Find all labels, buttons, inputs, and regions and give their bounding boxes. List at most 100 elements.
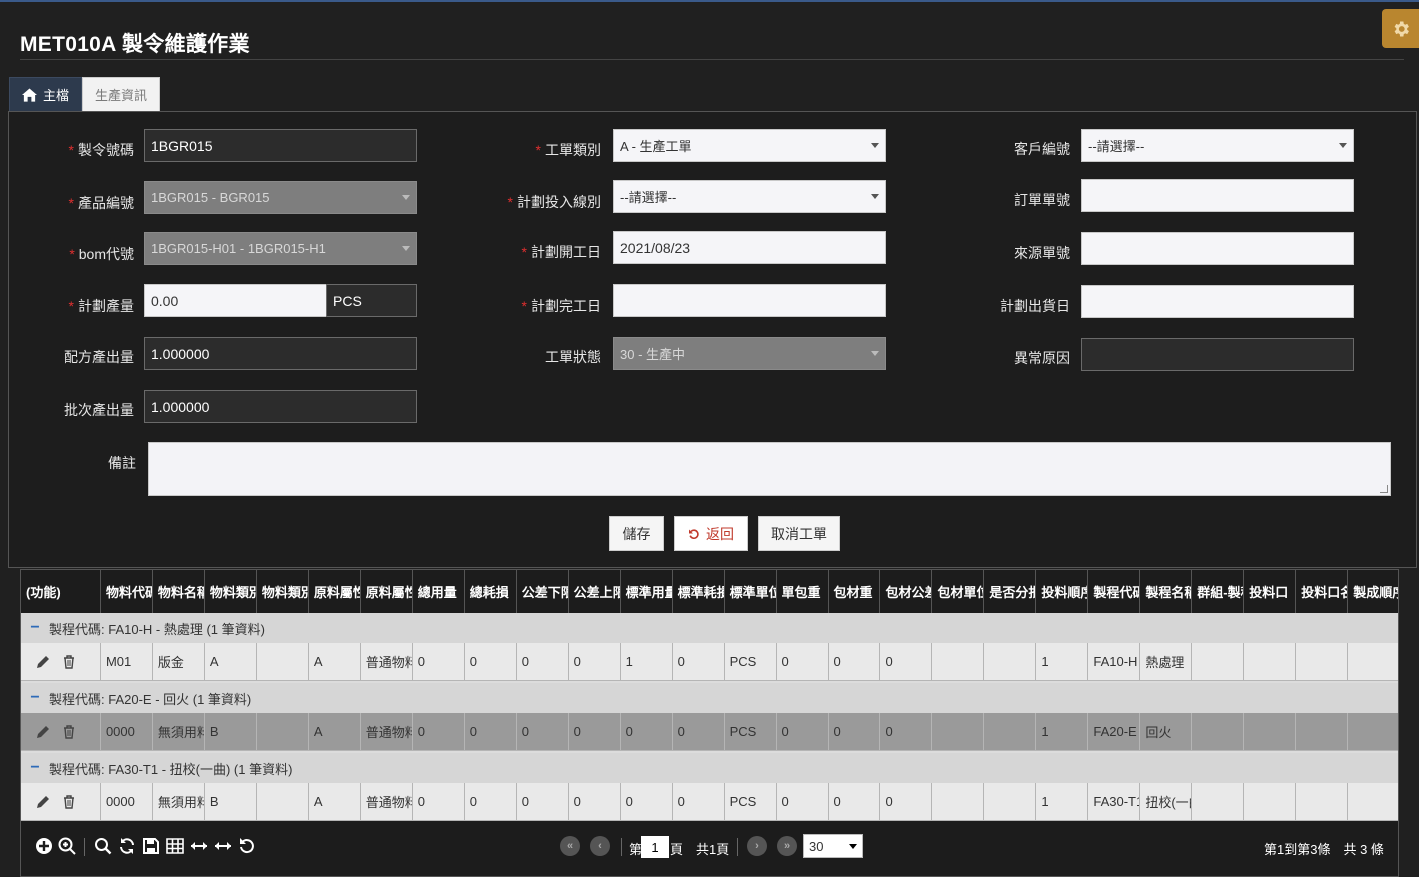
table-cell[interactable]: 無須用料	[152, 713, 205, 751]
refresh-button[interactable]	[118, 837, 136, 855]
table-cell[interactable]: PCS	[724, 713, 777, 751]
table-cell[interactable]	[932, 713, 985, 751]
table-cell[interactable]	[984, 643, 1037, 681]
table-cell[interactable]	[1348, 643, 1398, 681]
product-select[interactable]: 1BGR015 - BGR015	[144, 181, 417, 214]
fit-width-button[interactable]	[214, 837, 232, 855]
last-page-button[interactable]: »	[777, 836, 797, 856]
column-header[interactable]: 標準耗損	[673, 570, 725, 613]
planned-qty-input[interactable]: 0.00	[144, 284, 327, 317]
save-button[interactable]: 儲存	[609, 516, 664, 551]
column-header[interactable]: 群組-製程	[1192, 570, 1245, 613]
table-cell[interactable]: 普通物料	[360, 713, 413, 751]
table-cell[interactable]: 0	[464, 643, 517, 681]
table-cell[interactable]: A	[204, 643, 257, 681]
customer-select[interactable]: --請選擇--	[1081, 129, 1354, 162]
table-cell[interactable]: B	[204, 713, 257, 751]
table-cell[interactable]: 0000	[100, 713, 153, 751]
group-header-row[interactable]: − 製程代碼: FA20-E - 回火 (1 筆資料)	[21, 683, 1398, 713]
collapse-icon[interactable]: −	[21, 689, 49, 707]
column-header[interactable]: 標準用量	[621, 570, 673, 613]
return-button[interactable]: 返回	[674, 516, 748, 551]
table-cell[interactable]	[1244, 713, 1297, 751]
cancel-order-button[interactable]: 取消工單	[758, 516, 840, 551]
column-header[interactable]: 物料類別	[205, 570, 257, 613]
plan-finish-input[interactable]	[613, 284, 886, 317]
collapse-icon[interactable]: −	[21, 759, 49, 777]
column-header[interactable]: 標準單位	[725, 570, 777, 613]
search-button[interactable]	[94, 837, 112, 855]
table-cell[interactable]: 0	[672, 783, 725, 821]
table-cell[interactable]: 0	[672, 643, 725, 681]
table-cell[interactable]: 0	[828, 783, 881, 821]
trash-icon[interactable]	[62, 654, 76, 669]
table-cell[interactable]	[1296, 643, 1349, 681]
tab-main[interactable]: 主檔	[9, 77, 83, 111]
table-cell[interactable]	[256, 713, 309, 751]
column-header[interactable]: 投料順序	[1036, 570, 1089, 613]
column-header[interactable]: 原料屬性	[309, 570, 361, 613]
page-number-input[interactable]: 1	[641, 836, 669, 858]
table-cell[interactable]	[1296, 713, 1349, 751]
column-header[interactable]: 公差上限	[569, 570, 621, 613]
table-cell[interactable]: 扭校(一曲)	[1140, 783, 1193, 821]
recipe-output-input[interactable]: 1.000000	[144, 337, 417, 370]
table-cell[interactable]: 0	[412, 713, 465, 751]
table-cell[interactable]: 0	[776, 783, 829, 821]
table-cell[interactable]: 0	[880, 783, 933, 821]
table-cell[interactable]: 0000	[100, 783, 153, 821]
table-cell[interactable]: 普通物料	[360, 783, 413, 821]
table-cell[interactable]: 0	[828, 713, 881, 751]
table-cell[interactable]: 1	[1036, 713, 1089, 751]
column-header[interactable]: 投料口	[1244, 570, 1297, 613]
table-cell[interactable]: 0	[672, 713, 725, 751]
table-cell[interactable]: B	[204, 783, 257, 821]
table-cell[interactable]: 0	[776, 643, 829, 681]
table-cell[interactable]: 0	[464, 783, 517, 821]
prev-page-button[interactable]: ‹	[590, 836, 610, 856]
edit-icon[interactable]	[36, 725, 50, 739]
collapse-icon[interactable]: −	[21, 619, 49, 637]
group-header-row[interactable]: − 製程代碼: FA30-T1 - 扭校(一曲) (1 筆資料)	[21, 753, 1398, 783]
table-cell[interactable]: 無須用料	[152, 783, 205, 821]
table-cell[interactable]: 熱處理	[1140, 643, 1193, 681]
table-cell[interactable]: 0	[516, 713, 569, 751]
column-header[interactable]: (功能)	[21, 570, 101, 613]
table-cell[interactable]: 0	[776, 713, 829, 751]
table-cell[interactable]	[984, 713, 1037, 751]
column-header[interactable]: 總耗損	[465, 570, 517, 613]
table-cell[interactable]: 0	[568, 643, 621, 681]
column-header[interactable]: 總用量	[413, 570, 465, 613]
table-cell[interactable]: 0	[880, 643, 933, 681]
batch-output-input[interactable]: 1.000000	[144, 390, 417, 423]
table-cell[interactable]: 普通物料	[360, 643, 413, 681]
columns-button[interactable]	[166, 837, 184, 855]
page-size-select[interactable]: 30	[803, 834, 863, 858]
table-cell[interactable]	[1244, 643, 1297, 681]
table-cell[interactable]: 0	[516, 643, 569, 681]
table-cell[interactable]	[932, 643, 985, 681]
table-cell[interactable]: A	[308, 783, 361, 821]
column-header[interactable]: 包材重	[829, 570, 881, 613]
column-header[interactable]: 物料名稱	[153, 570, 205, 613]
table-cell[interactable]: A	[308, 643, 361, 681]
next-page-button[interactable]: ›	[747, 836, 767, 856]
table-cell[interactable]: 0	[516, 783, 569, 821]
table-cell[interactable]	[256, 783, 309, 821]
column-header[interactable]: 包材公差	[880, 570, 933, 613]
table-cell[interactable]: 0	[620, 783, 673, 821]
table-cell[interactable]	[1192, 713, 1245, 751]
table-cell[interactable]	[1244, 783, 1297, 821]
edit-icon[interactable]	[36, 655, 50, 669]
add-button[interactable]	[35, 837, 53, 855]
table-cell[interactable]: A	[308, 713, 361, 751]
column-header[interactable]: 包材單位	[932, 570, 985, 613]
group-header-row[interactable]: − 製程代碼: FA10-H - 熱處理 (1 筆資料)	[21, 613, 1398, 643]
table-cell[interactable]: PCS	[724, 643, 777, 681]
ship-date-input[interactable]	[1081, 285, 1354, 318]
save-grid-button[interactable]	[142, 837, 160, 855]
table-cell[interactable]: 1	[1036, 643, 1089, 681]
column-header[interactable]: 製程代碼	[1088, 570, 1141, 613]
table-cell[interactable]: 0	[568, 783, 621, 821]
trash-icon[interactable]	[62, 794, 76, 809]
